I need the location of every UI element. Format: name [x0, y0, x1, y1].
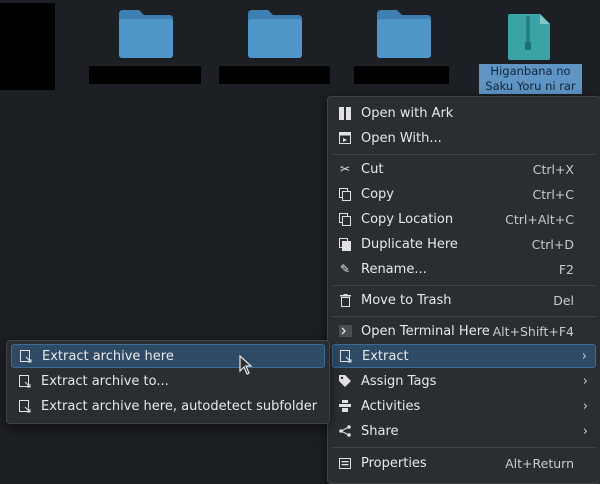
menu-item-shortcut: Alt+Return — [505, 455, 574, 471]
extract-icon — [18, 348, 34, 364]
folder-icon[interactable] — [377, 10, 431, 58]
archive-file-icon[interactable] — [508, 14, 550, 60]
redacted-folder-name — [354, 66, 449, 84]
menu-item-shortcut: Ctrl+D — [531, 236, 574, 252]
redacted-file[interactable] — [0, 3, 55, 90]
redacted-folder-name — [219, 66, 330, 84]
extract-icon — [338, 348, 354, 364]
menu-item-extract[interactable]: Extract › — [332, 344, 596, 368]
menu-item-open-with-ark[interactable]: Open with Ark — [332, 101, 596, 125]
open-with-icon — [337, 130, 353, 146]
menu-item-label: Open with Ark — [361, 105, 454, 121]
menu-item-rename[interactable]: ✎ Rename... F2 — [332, 257, 596, 281]
menu-item-label: Open Terminal Here — [361, 323, 490, 339]
menu-item-label: Extract — [362, 348, 409, 364]
mouse-cursor-icon — [239, 354, 253, 375]
chevron-right-icon: › — [582, 373, 588, 389]
rename-icon: ✎ — [339, 262, 351, 276]
archive-label-line: Higanbana no — [490, 64, 571, 78]
chevron-right-icon: › — [582, 398, 588, 414]
archive-file-label[interactable]: Higanbana no Saku Yoru ni rar — [479, 64, 582, 94]
activities-icon — [337, 398, 353, 414]
menu-separator — [332, 447, 596, 448]
menu-item-copy[interactable]: Copy Ctrl+C — [332, 182, 596, 206]
tag-icon — [337, 373, 353, 389]
terminal-icon — [337, 323, 353, 339]
submenu-item-extract-here[interactable]: Extract archive here — [11, 344, 325, 368]
menu-item-shortcut: Ctrl+X — [532, 161, 574, 177]
menu-item-shortcut: F2 — [558, 261, 574, 277]
menu-item-label: Copy — [361, 186, 394, 202]
menu-item-duplicate-here[interactable]: Duplicate Here Ctrl+D — [332, 232, 596, 256]
copy-location-icon — [337, 211, 353, 227]
menu-item-label: Copy Location — [361, 211, 454, 227]
extract-icon — [17, 373, 33, 389]
submenu-item-label: Extract archive to... — [41, 373, 169, 389]
menu-item-copy-location[interactable]: Copy Location Ctrl+Alt+C — [332, 207, 596, 231]
menu-item-properties[interactable]: Properties Alt+Return — [332, 451, 596, 475]
copy-icon — [337, 186, 353, 202]
menu-item-share[interactable]: Share › — [332, 419, 596, 443]
menu-item-move-to-trash[interactable]: Move to Trash Del — [332, 288, 596, 312]
scissors-icon: ✂ — [339, 162, 351, 176]
menu-item-label: Share — [361, 423, 399, 439]
menu-separator — [332, 154, 596, 155]
menu-item-shortcut: Alt+Shift+F4 — [492, 323, 574, 339]
menu-item-label: Properties — [361, 455, 427, 471]
submenu-item-label: Extract archive here, autodetect subfold… — [41, 398, 318, 414]
menu-item-label: Rename... — [361, 261, 427, 277]
menu-item-label: Activities — [361, 398, 421, 414]
duplicate-icon — [337, 236, 353, 252]
menu-item-cut[interactable]: ✂ Cut Ctrl+X — [332, 157, 596, 181]
menu-item-label: Duplicate Here — [361, 236, 458, 252]
redacted-folder-name — [89, 66, 201, 84]
menu-item-label: Open With... — [361, 130, 442, 146]
chevron-right-icon: › — [582, 423, 588, 439]
menu-item-shortcut: Del — [553, 292, 574, 308]
submenu-item-extract-to[interactable]: Extract archive to... — [11, 369, 325, 393]
menu-item-label: Cut — [361, 161, 384, 177]
menu-item-activities[interactable]: Activities › — [332, 394, 596, 418]
menu-separator — [332, 285, 596, 286]
menu-item-label: Assign Tags — [361, 373, 437, 389]
menu-item-open-with[interactable]: Open With... — [332, 126, 596, 150]
menu-item-assign-tags[interactable]: Assign Tags › — [332, 369, 596, 393]
properties-icon — [337, 455, 353, 471]
menu-item-open-terminal-here[interactable]: Open Terminal Here Alt+Shift+F4 — [332, 319, 596, 343]
menu-separator — [332, 316, 596, 317]
share-icon — [337, 423, 353, 439]
submenu-item-label: Extract archive here — [42, 348, 174, 364]
context-menu: Open with Ark Open With... ✂ Cut Ctrl+X … — [327, 96, 600, 484]
archive-label-line: Saku Yoru ni rar — [485, 79, 576, 93]
folder-icon[interactable] — [248, 10, 302, 58]
ark-icon — [337, 105, 353, 121]
extract-submenu: Extract archive here Extract archive to.… — [6, 340, 330, 424]
menu-item-label: Move to Trash — [361, 292, 452, 308]
chevron-right-icon: › — [581, 348, 587, 364]
submenu-item-extract-autodetect[interactable]: Extract archive here, autodetect subfold… — [11, 394, 325, 418]
trash-icon — [337, 292, 353, 308]
menu-item-shortcut: Ctrl+C — [532, 186, 574, 202]
folder-icon[interactable] — [119, 10, 173, 58]
extract-icon — [17, 398, 33, 414]
menu-item-shortcut: Ctrl+Alt+C — [505, 211, 574, 227]
